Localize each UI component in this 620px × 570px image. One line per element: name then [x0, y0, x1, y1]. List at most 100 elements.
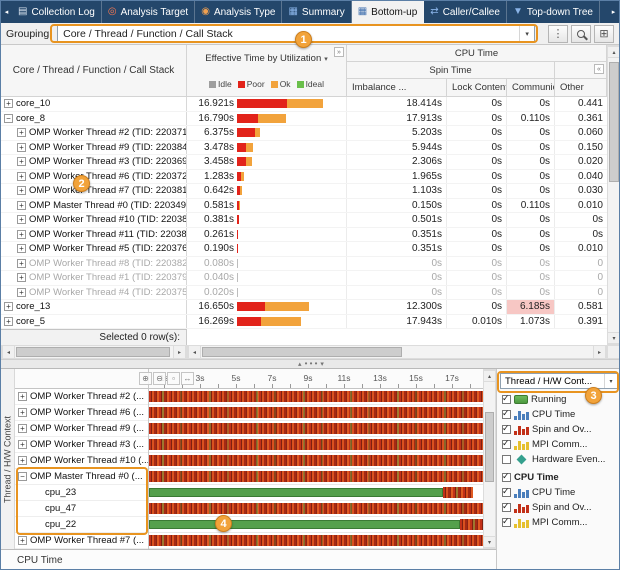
checkbox[interactable]: [502, 473, 511, 482]
zoom-out-icon[interactable]: ⊖: [153, 372, 166, 385]
legend-item-cpu-time[interactable]: CPU Time: [497, 407, 620, 422]
search-button[interactable]: [571, 25, 591, 43]
effective-time-column-header[interactable]: Effective Time by Utilization ▾ IdlePoor…: [187, 45, 347, 97]
splitter-down-icon[interactable]: ▾: [320, 361, 324, 368]
table-row[interactable]: +OMP Worker Thread #9 (TID: 220384)3.478…: [1, 141, 607, 156]
checkbox[interactable]: [502, 518, 511, 527]
table-row[interactable]: −core_816.790s17.913s0s0.110s0.361: [1, 112, 607, 127]
other-column-header[interactable]: Other: [555, 79, 607, 97]
scroll-left-icon[interactable]: ◂: [188, 346, 201, 358]
table-row[interactable]: +OMP Worker Thread #8 (TID: 220382)0.080…: [1, 257, 607, 272]
legend-item-mpi-comm-[interactable]: MPI Comm...: [497, 515, 620, 530]
expand-icon[interactable]: +: [4, 317, 13, 326]
legend-item-cpu-time[interactable]: CPU Time: [497, 485, 620, 500]
table-row[interactable]: +core_1316.650s12.300s0s6.185s0.581: [1, 300, 607, 315]
collapse-icon[interactable]: −: [4, 114, 13, 123]
table-row[interactable]: +OMP Worker Thread #7 (TID: 220381)0.642…: [1, 184, 607, 199]
tab-top-down-tree[interactable]: ▼Top-down Tree: [507, 1, 600, 23]
scroll-right-icon[interactable]: ▸: [173, 346, 186, 358]
tab-analysis-type[interactable]: ◉Analysis Type: [195, 1, 282, 23]
timeline-ruler[interactable]: 1s3s5s7s9s11s13s15s17s: [149, 369, 483, 389]
scrollbar-track[interactable]: [608, 58, 620, 332]
lock-contention-column-header[interactable]: Lock Contention ...: [447, 79, 507, 97]
timeline-row-label[interactable]: cpu_22: [15, 517, 148, 533]
legend-item-mpi-comm-[interactable]: MPI Comm...: [497, 437, 620, 452]
timeline-track-row[interactable]: [149, 405, 483, 421]
data-horizontal-scrollbar[interactable]: ◂ ▸: [187, 345, 607, 359]
scrollbar-thumb[interactable]: [16, 347, 170, 357]
legend-item-spin-and-ov-[interactable]: Spin and Ov...: [497, 500, 620, 515]
splitter-up-icon[interactable]: ▴: [298, 361, 302, 368]
grid-vertical-scrollbar[interactable]: ▴ ▾: [607, 45, 620, 345]
scroll-left-icon[interactable]: ◂: [2, 346, 15, 358]
expand-icon[interactable]: +: [17, 201, 26, 210]
checkbox[interactable]: [502, 503, 511, 512]
expand-icon[interactable]: +: [17, 259, 26, 268]
timeline-row-label[interactable]: −OMP Master Thread #0 (...: [15, 469, 148, 485]
timeline-track-row[interactable]: [149, 517, 483, 533]
scroll-down-icon[interactable]: ▾: [608, 332, 620, 344]
zoom-selection-icon[interactable]: ▫: [167, 372, 180, 385]
scrollbar-thumb[interactable]: [609, 62, 619, 182]
table-row[interactable]: +OMP Worker Thread #1 (TID: 220379)0.040…: [1, 271, 607, 286]
timeline-row-label[interactable]: +OMP Worker Thread #6 (...: [15, 405, 148, 421]
expand-icon[interactable]: +: [17, 186, 26, 195]
tab-caller-callee[interactable]: ⇄Caller/Callee: [424, 1, 507, 23]
scrollbar-thumb[interactable]: [485, 412, 494, 482]
expand-icon[interactable]: +: [18, 456, 27, 465]
checkbox[interactable]: [502, 455, 511, 464]
table-row[interactable]: +OMP Worker Thread #2 (TID: 220371)6.375…: [1, 126, 607, 141]
timeline-track-row[interactable]: [149, 437, 483, 453]
scroll-right-icon[interactable]: ▸: [593, 346, 606, 358]
timeline-row-label[interactable]: cpu_23: [15, 485, 148, 501]
checkbox[interactable]: [502, 410, 511, 419]
expand-icon[interactable]: +: [18, 536, 27, 545]
table-row[interactable]: +OMP Worker Thread #6 (TID: 220372)1.283…: [1, 170, 607, 185]
communication-column-header[interactable]: Communication...: [507, 79, 555, 97]
timeline-track-row[interactable]: [149, 421, 483, 437]
collapse-icon[interactable]: −: [18, 472, 27, 481]
timeline-row-label[interactable]: +OMP Worker Thread #9 (...: [15, 421, 148, 437]
checkbox[interactable]: [502, 488, 511, 497]
tab-summary[interactable]: ▦Summary: [282, 1, 351, 23]
timeline-track[interactable]: [149, 471, 483, 482]
timeline-track[interactable]: [149, 455, 483, 466]
table-row[interactable]: +OMP Worker Thread #11 (TID: 220388)0.26…: [1, 228, 607, 243]
timeline-track-row[interactable]: [149, 501, 483, 517]
legend-item-spin-and-ov-[interactable]: Spin and Ov...: [497, 422, 620, 437]
table-row[interactable]: +core_1016.921s18.414s0s0s0.441: [1, 97, 607, 112]
timeline-track[interactable]: [149, 503, 483, 514]
expand-icon[interactable]: +: [17, 273, 26, 282]
timeline-view-dropdown[interactable]: Thread / H/W Cont... ▾: [500, 373, 618, 389]
cpu-time-band[interactable]: CPU Time: [1, 549, 496, 570]
checkbox[interactable]: [502, 425, 511, 434]
timeline-track[interactable]: [149, 439, 483, 450]
expand-column-icon[interactable]: »: [334, 47, 344, 57]
collapse-column-icon[interactable]: «: [594, 64, 604, 74]
table-row[interactable]: +OMP Worker Thread #5 (TID: 220376)0.190…: [1, 242, 607, 257]
expand-icon[interactable]: +: [17, 157, 26, 166]
scroll-up-icon[interactable]: ▴: [484, 370, 495, 382]
timeline-track[interactable]: [149, 487, 483, 498]
scrollbar-track[interactable]: [484, 382, 495, 536]
expand-icon[interactable]: +: [18, 440, 27, 449]
tab-scroll-right-icon[interactable]: ▸: [608, 1, 619, 23]
checkbox[interactable]: [502, 395, 511, 404]
scrollbar-track[interactable]: [15, 346, 173, 358]
expand-icon[interactable]: +: [17, 244, 26, 253]
timeline-track[interactable]: [149, 391, 483, 402]
timeline-row-label[interactable]: +OMP Worker Thread #2 (...: [15, 389, 148, 405]
checkbox[interactable]: [502, 440, 511, 449]
timeline-track[interactable]: [149, 423, 483, 434]
timeline-track-row[interactable]: [149, 469, 483, 485]
pane-splitter[interactable]: ▴ • • • ▾: [1, 359, 620, 369]
scrollbar-track[interactable]: [201, 346, 593, 358]
legend-item-cpu-time[interactable]: CPU Time: [497, 470, 620, 485]
expand-icon[interactable]: +: [17, 230, 26, 239]
chevron-down-icon[interactable]: ▾: [604, 374, 617, 388]
table-row[interactable]: +OMP Worker Thread #10 (TID: 220386)0.38…: [1, 213, 607, 228]
expand-icon[interactable]: +: [4, 99, 13, 108]
expand-icon[interactable]: +: [17, 215, 26, 224]
tree-column-header[interactable]: Core / Thread / Function / Call Stack: [1, 45, 187, 97]
pan-icon[interactable]: ↔: [181, 372, 194, 385]
